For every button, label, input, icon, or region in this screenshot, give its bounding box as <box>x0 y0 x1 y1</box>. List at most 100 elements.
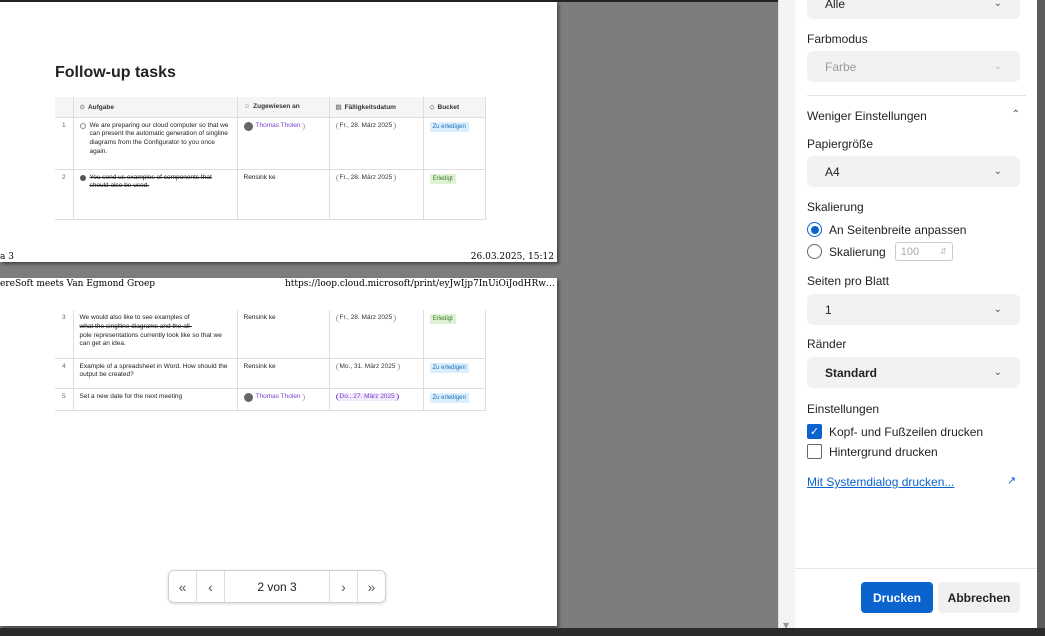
panel-scrollbar[interactable]: ▼ <box>778 0 795 636</box>
tasks-table-page1: ⊙ Aufgabe ☺ Zugewiesen an ▤ Fälligkeitsdatu… <box>55 97 486 220</box>
background-label: Hintergrund drucken <box>829 444 938 459</box>
last-page-button[interactable]: » <box>357 571 385 602</box>
assignee-cell: Thomas Tholen <box>237 388 330 411</box>
scaling-label: Skalierung <box>807 200 864 214</box>
assignee-cell: Rensink ke <box>237 358 330 389</box>
pages-select[interactable]: Alle ⌄ <box>807 0 1020 19</box>
task-text: We would also like to see examples of <box>79 314 190 321</box>
task-cell: Example of a spreadsheet in Word. How sh… <box>73 358 238 389</box>
taskbar-edge <box>0 628 1045 636</box>
system-dialog-link[interactable]: Mit Systemdialog drucken... <box>807 475 954 489</box>
assignee-cell: Rensink ke <box>237 310 330 359</box>
row-number: 1 <box>55 117 74 170</box>
previous-page-button[interactable]: ‹ <box>197 571 225 602</box>
task-cell: You send us examples of components that … <box>73 169 238 220</box>
print-button[interactable]: Drucken <box>861 582 933 613</box>
less-settings-label: Weniger Einstellungen <box>807 109 927 123</box>
doc-title: Follow-up tasks <box>55 64 176 81</box>
task-text: You send us examples of components that … <box>89 173 212 190</box>
assignee-chip: Thomas Tholen <box>243 121 305 131</box>
external-link-icon[interactable]: ↗ <box>1007 474 1016 487</box>
margins-select[interactable]: Standard ⌄ <box>807 357 1020 388</box>
date-chip: Do., 27. März 2025 <box>335 392 399 402</box>
col-header-task: ⊙ Aufgabe <box>73 97 238 118</box>
assignee-chip: Thomas Tholen <box>243 392 305 402</box>
avatar <box>243 121 253 131</box>
checkbox-unchecked-icon[interactable] <box>807 444 822 459</box>
pages-per-sheet-label: Seiten pro Blatt <box>807 274 890 288</box>
chevron-down-icon: ⌄ <box>993 367 1002 378</box>
assignee-cell: Rensink ke <box>237 169 330 220</box>
color-mode-value: Farbe <box>825 59 857 74</box>
paper-size-select[interactable]: A4 ⌄ <box>807 156 1020 187</box>
divider <box>807 95 1026 96</box>
bucket-cell: Erledigt <box>423 310 486 359</box>
scaling-custom-label: Skalierung <box>829 244 886 259</box>
margins-label: Ränder <box>807 337 847 351</box>
headers-footers-option[interactable]: ✓ Kopf- und Fußzeilen drucken <box>807 424 983 439</box>
color-mode-select: Farbe ⌄ <box>807 51 1020 82</box>
assignee-cell: Thomas Tholen <box>237 117 330 170</box>
bucket-cell: Erledigt <box>423 169 486 220</box>
print-preview-area: Follow-up tasks ⊙ Aufgabe ☺ Zugewiesen an … <box>0 0 778 636</box>
chevron-down-icon: ⌄ <box>993 166 1002 177</box>
date-chip: Fr., 28. März 2025 <box>335 121 397 131</box>
paper-size-value: A4 <box>825 164 840 179</box>
radio-unselected-icon[interactable] <box>807 244 822 259</box>
pages-per-sheet-select[interactable]: 1 ⌄ <box>807 294 1020 325</box>
col-header-label: Zugewiesen an <box>253 103 300 111</box>
checkbox-checked-icon[interactable]: ✓ <box>807 424 822 439</box>
scaling-custom-option[interactable]: Skalierung 100 ⇵ <box>807 242 953 261</box>
bucket-badge: Zu erledigen <box>429 121 469 132</box>
bucket-cell: Zu erledigen <box>423 388 486 411</box>
task-status-circle-icon <box>79 122 86 129</box>
radio-selected-icon[interactable] <box>807 222 822 237</box>
bucket-icon: ◇ <box>429 103 435 111</box>
first-page-button[interactable]: « <box>169 571 197 602</box>
footer-divider <box>795 568 1037 569</box>
chevron-up-icon: ⌃ <box>1011 109 1020 120</box>
table-row: 4 Example of a spreadsheet in Word. How … <box>55 358 486 389</box>
bucket-badge: Zu erledigen <box>429 362 469 373</box>
date-chip: Fr., 28. März 2025 <box>335 173 397 183</box>
avatar <box>243 392 253 402</box>
col-header-bucket: ◇ Bucket <box>423 97 486 118</box>
assignee-name: Thomas Tholen <box>255 121 301 129</box>
cancel-button[interactable]: Abbrechen <box>938 582 1020 613</box>
bucket-badge: Erledigt <box>429 173 456 184</box>
next-page-button[interactable]: › <box>329 571 357 602</box>
page-header-left: ereSoft meets Van Egmond Groep <box>0 279 156 289</box>
background-option[interactable]: Hintergrund drucken <box>807 444 938 459</box>
scale-value: 100 <box>900 245 920 258</box>
task-cell: We are preparing our cloud computer so t… <box>73 117 238 170</box>
task-text-rest: pole representations currently look like… <box>79 331 222 348</box>
col-num-header <box>55 97 74 118</box>
color-mode-label: Farbmodus <box>807 32 868 46</box>
date-cell: Do., 27. März 2025 <box>329 388 424 411</box>
col-header-label: Aufgabe <box>87 103 114 111</box>
row-number: 3 <box>55 310 74 359</box>
date-chip: Mo., 31. März 2025 <box>335 362 400 372</box>
print-settings-panel: Alle ⌄ Farbmodus Farbe ⌄ Weniger Einstellu… <box>795 0 1037 628</box>
date-cell: Fr., 28. März 2025 <box>329 310 424 359</box>
table-row: 2 You send us examples of components tha… <box>55 169 486 220</box>
page-navigator: « ‹ 2 von 3 › » <box>168 570 386 603</box>
tasks-table-page2: 3 We would also like to see examples of w… <box>55 310 486 411</box>
task-cell: We would also like to see examples of wha… <box>73 310 238 359</box>
options-label: Einstellungen <box>807 402 880 416</box>
chevron-down-icon: ⌄ <box>993 0 1002 9</box>
pages-select-value: Alle <box>825 0 846 11</box>
calendar-icon: ▤ <box>335 103 342 111</box>
page-status: 2 von 3 <box>257 579 297 594</box>
page-footer-left: a 3 <box>0 252 14 262</box>
less-settings-toggle[interactable]: Weniger Einstellungen ⌃ <box>807 109 1020 123</box>
table-row: 3 We would also like to see examples of w… <box>55 310 486 359</box>
headers-footers-label: Kopf- und Fußzeilen drucken <box>829 424 984 439</box>
paper-size-label: Papiergröße <box>807 137 874 151</box>
margins-value: Standard <box>825 365 878 380</box>
scale-percent-input: 100 ⇵ <box>894 242 953 261</box>
scaling-fit-option[interactable]: An Seitenbreite anpassen <box>807 222 966 237</box>
pages-per-sheet-value: 1 <box>825 302 832 317</box>
table-header-row: ⊙ Aufgabe ☺ Zugewiesen an ▤ Fälligkeitsdatu… <box>55 97 486 118</box>
spinner-icon: ⇵ <box>940 247 947 256</box>
